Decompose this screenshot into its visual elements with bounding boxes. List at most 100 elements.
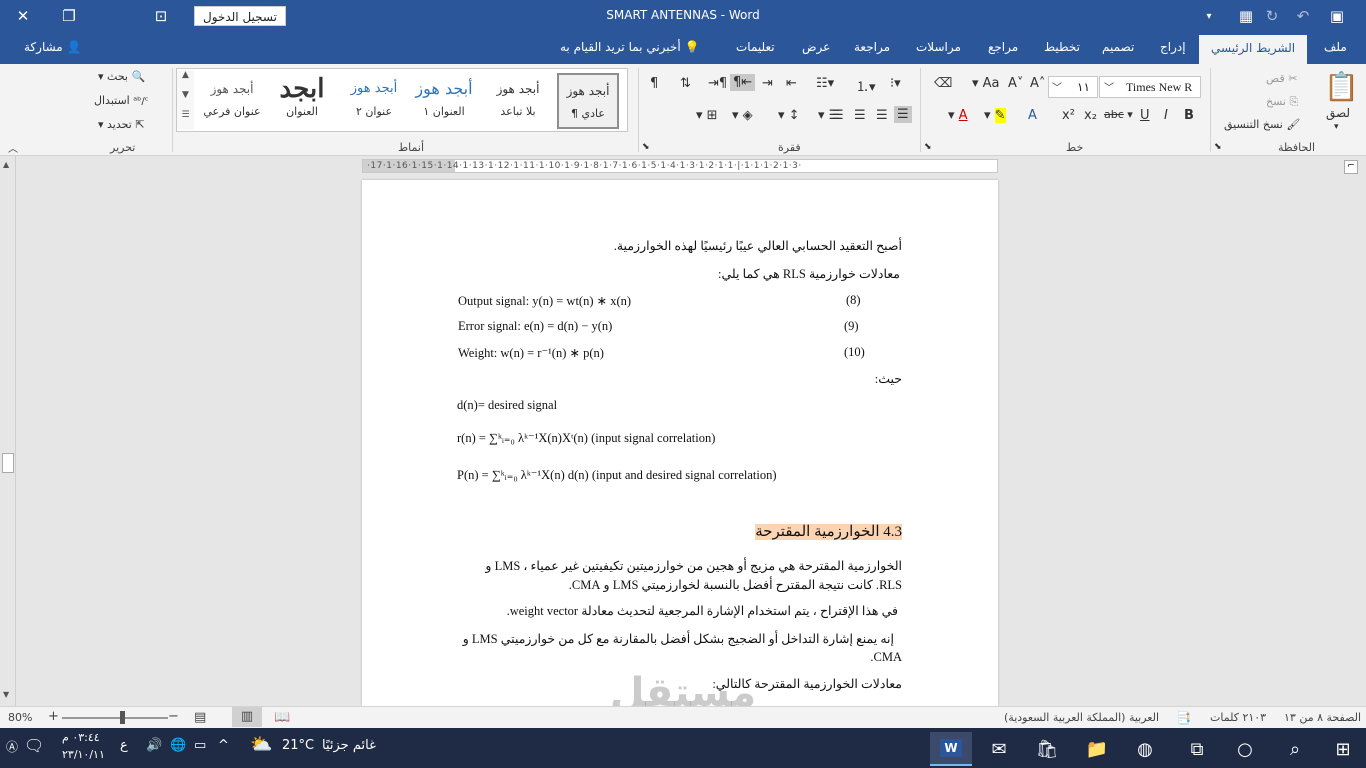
view-ruler-icon[interactable]: ⌐ [1344,160,1358,174]
superscript-icon[interactable]: x² [1062,108,1075,123]
numbering-icon[interactable]: ⒈▾ [856,76,876,95]
style-title[interactable]: ابجد العنوان [271,73,333,129]
tell-me-box[interactable]: أخبرني بما تريد القيام به 💡 [560,40,699,54]
paste-options-icon[interactable]: ▾ [1334,122,1339,132]
underline-icon[interactable]: U [1140,108,1150,123]
redo-icon[interactable]: ↻ [1260,0,1284,32]
mail-app-icon[interactable]: ✉ [978,732,1020,766]
subscript-icon[interactable]: x₂ [1084,108,1097,123]
battery-icon[interactable]: ▭ [194,738,206,753]
accessibility-icon[interactable]: Ⓐ [6,738,18,755]
volume-icon[interactable]: 🔊 [146,738,162,753]
tab-layout[interactable]: تخطيط [1044,40,1080,54]
gallery-up-icon[interactable]: ▲ [176,70,194,90]
style-subtitle[interactable]: أبجد هوز عنوان فرعي [201,73,263,129]
ltr-icon[interactable]: ⇥¶ [708,76,727,91]
tab-references[interactable]: مراجع [988,40,1018,54]
justify-icon[interactable]: ☰ [832,108,844,123]
highlight-icon[interactable]: ▾ ✎ [984,108,1006,123]
center-icon[interactable]: ☰ [876,108,888,123]
tab-help[interactable]: تعليمات [736,40,775,54]
shrink-font-icon[interactable]: A˅ [1008,76,1023,91]
proofing-icon[interactable]: 📑 [1176,711,1191,725]
strikethrough-icon[interactable]: abc ▾ [1104,108,1133,121]
italic-icon[interactable]: I [1164,108,1168,123]
start-icon[interactable]: ⊞ [1322,732,1364,766]
gallery-more-icon[interactable]: ☰ [176,110,194,130]
font-color-icon[interactable]: ▾ A [948,108,968,123]
search-icon[interactable]: ⌕ [1274,732,1316,766]
scroll-down-icon[interactable]: ▼ [3,690,9,699]
show-marks-icon[interactable]: ¶ [650,76,658,91]
vertical-scrollbar[interactable]: ▲ ▼ [0,156,16,706]
network-icon[interactable]: 🌐 [170,738,186,753]
scroll-thumb[interactable] [2,453,14,473]
tab-insert[interactable]: إدراج [1160,40,1186,54]
file-explorer-icon[interactable]: 📁 [1076,732,1118,766]
bullets-icon[interactable]: ⁝▾ [890,76,901,91]
clear-formatting-icon[interactable]: ⌫ [934,76,952,91]
page-number[interactable]: الصفحة ٨ من ١٣ [1284,711,1361,724]
clipboard-launcher-icon[interactable]: ⬊ [1214,142,1222,152]
read-mode-icon[interactable]: 📖 [274,710,290,725]
zoom-slider-thumb[interactable] [120,711,125,724]
word-app-icon[interactable]: W [930,732,972,766]
shading-icon[interactable]: ▾ ◈ [732,108,753,123]
horizontal-ruler[interactable]: ·3·1·2·1·1·1·|·1·1·2·1·3·1·4·1·5·1·6·1·7… [362,159,998,173]
notifications-icon[interactable]: 🗨 [24,736,44,755]
restore-icon[interactable]: ❐ [46,0,92,32]
tab-home[interactable]: الشريط الرئيسي [1199,35,1308,64]
tab-mailings[interactable]: مراسلات [916,40,961,54]
multilevel-list-icon[interactable]: ☷▾ [816,76,834,91]
tab-design[interactable]: تصميم [1102,40,1134,54]
grow-font-icon[interactable]: A˄ [1030,76,1045,91]
store-app-icon[interactable]: 🛍 [1026,732,1068,766]
align-right-icon[interactable]: ☰ [894,106,912,123]
gallery-down-icon[interactable]: ▼ [176,90,194,110]
weather-text[interactable]: غائم جزئيًا [322,738,376,753]
find-button[interactable]: ▾ بحث 🔍 [98,70,145,83]
style-normal[interactable]: أبجد هوز ¶ عادي [557,73,619,129]
zoom-out-icon[interactable]: − [168,709,179,724]
ribbon-display-icon[interactable]: ⊡ [138,0,184,32]
zoom-slider[interactable] [62,717,168,719]
bold-icon[interactable]: B [1184,108,1194,123]
save-icon[interactable]: ▣ [1322,0,1352,32]
style-heading-1[interactable]: أبجد هوز العنوان ١ [413,73,475,129]
print-layout-icon[interactable]: ▥ [232,707,262,727]
paste-button[interactable]: لصق [1326,106,1350,120]
weather-icon[interactable]: ⛅ [250,734,272,755]
chevron-down-icon[interactable]: ﹀ [1052,79,1062,94]
clipboard-icon[interactable]: 📋 [1324,70,1359,103]
replace-button[interactable]: استبدال ᵃᵇ/ᶜ [94,94,149,107]
format-painter-button[interactable]: نسخ التنسيق 🖌 [1224,118,1300,131]
document-page[interactable]: أصبح التعقيد الحسابي العالي عيبًا رئيسيً… [362,180,998,706]
touch-mode-icon[interactable]: ▦ [1232,0,1260,32]
text-effects-icon[interactable]: A [1028,108,1037,123]
chevron-down-icon[interactable]: ﹀ [1104,79,1114,94]
collapse-ribbon-icon[interactable]: ︿ [8,140,18,155]
align-left-icon[interactable]: ☰ [854,108,866,123]
copy-button[interactable]: نسخ ⎘ [1266,95,1298,109]
customize-qat-icon[interactable]: ▾ [1196,0,1222,32]
borders-icon[interactable]: ▾ ⊞ [696,108,718,123]
paragraph-launcher-icon[interactable]: ⬊ [642,142,650,152]
tab-review[interactable]: مراجعة [854,40,890,54]
increase-indent-icon[interactable]: ⇥ [762,76,773,91]
cut-button[interactable]: قص ✂ [1266,72,1297,85]
font-name-box[interactable]: Times New R [1099,76,1201,98]
style-no-spacing[interactable]: أبجد هوز بلا تباعد [487,73,549,129]
word-count[interactable]: ٢١٠٣ كلمات [1210,711,1266,724]
sign-in-button[interactable]: تسجيل الدخول [194,6,286,26]
style-heading-2[interactable]: أبجد هوز عنوان ٢ [343,73,405,129]
rtl-icon[interactable]: ¶⇤ [730,74,756,91]
scroll-up-icon[interactable]: ▲ [3,160,9,169]
clock-time[interactable]: ٠٣:٤٤ م [62,731,100,744]
select-button[interactable]: ▾ تحديد ⇱ [98,118,145,131]
line-spacing-icon[interactable]: ▾ ↕ [778,108,800,123]
share-button[interactable]: مشاركة 👤 [24,40,82,54]
cortana-icon[interactable]: ○ [1224,732,1266,766]
font-launcher-icon[interactable]: ⬊ [924,142,932,152]
zoom-in-icon[interactable]: + [48,709,59,724]
focus-icon[interactable]: ▤ [194,710,206,725]
